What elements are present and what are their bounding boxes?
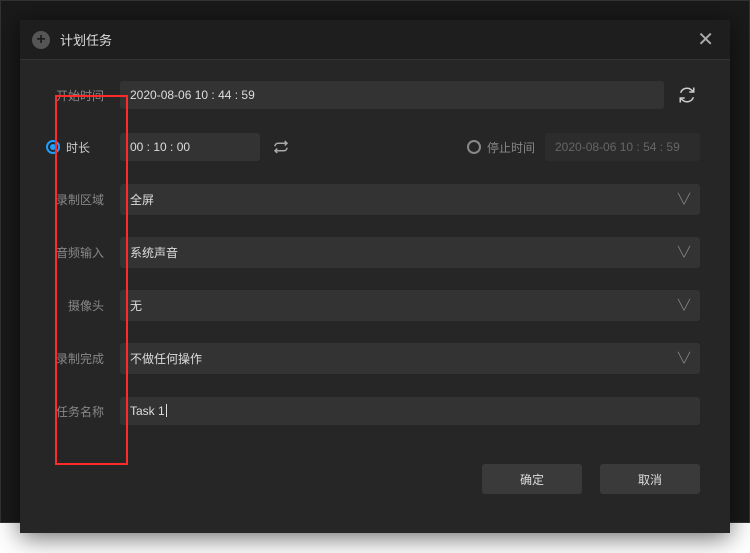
cancel-button[interactable]: 取消 [600,464,700,494]
duration-radio-label[interactable]: 时长 [66,139,90,156]
row-task-name: 任务名称 Task 1 [40,396,700,426]
start-time-input[interactable] [120,81,664,109]
label-on-complete: 录制完成 [40,350,110,367]
close-button[interactable]: ✕ [693,27,718,52]
loop-icon [272,138,290,156]
dialog-title: 计划任务 [60,30,693,49]
chevron-down-icon: ╲╱ [678,247,690,258]
row-camera: 摄像头 无 ╲╱ [40,290,700,321]
label-start-time: 开始时间 [40,87,110,104]
label-record-area: 录制区域 [40,191,110,208]
row-audio-input: 音频输入 系统声音 ╲╱ [40,237,700,268]
label-task-name: 任务名称 [40,403,110,420]
label-camera: 摄像头 [40,297,110,314]
schedule-task-dialog: + 计划任务 ✕ 开始时间 时长 [20,20,730,533]
record-area-value: 全屏 [130,191,154,208]
on-complete-value: 不做任何操作 [130,350,202,367]
loop-button[interactable] [272,138,290,156]
refresh-icon [678,86,696,104]
duration-radio[interactable] [46,140,60,154]
label-duration: 时长 [40,139,110,156]
record-area-select[interactable]: 全屏 ╲╱ [120,184,700,215]
row-start-time: 开始时间 [40,80,700,110]
dialog-content: 开始时间 时长 [20,60,730,426]
duration-input[interactable] [120,133,260,161]
stop-time-radio-label[interactable]: 停止时间 [487,139,535,156]
on-complete-select[interactable]: 不做任何操作 ╲╱ [120,343,700,374]
audio-input-select[interactable]: 系统声音 ╲╱ [120,237,700,268]
stop-time-radio[interactable] [467,140,481,154]
dialog-footer: 确定 取消 [20,448,730,514]
camera-value: 无 [130,297,142,314]
plus-icon: + [32,31,50,49]
row-record-area: 录制区域 全屏 ╲╱ [40,184,700,215]
ok-button[interactable]: 确定 [482,464,582,494]
titlebar: + 计划任务 ✕ [20,20,730,60]
audio-input-value: 系统声音 [130,244,178,261]
label-audio-input: 音频输入 [40,244,110,261]
chevron-down-icon: ╲╱ [678,353,690,364]
chevron-down-icon: ╲╱ [678,194,690,205]
refresh-button[interactable] [674,82,700,108]
stop-time-input[interactable] [545,133,700,161]
chevron-down-icon: ╲╱ [678,300,690,311]
row-duration: 时长 停止时间 [40,132,700,162]
task-name-value: Task 1 [130,404,165,418]
row-on-complete: 录制完成 不做任何操作 ╲╱ [40,343,700,374]
task-name-input[interactable]: Task 1 [120,397,700,425]
camera-select[interactable]: 无 ╲╱ [120,290,700,321]
stop-time-group: 停止时间 [467,133,700,161]
